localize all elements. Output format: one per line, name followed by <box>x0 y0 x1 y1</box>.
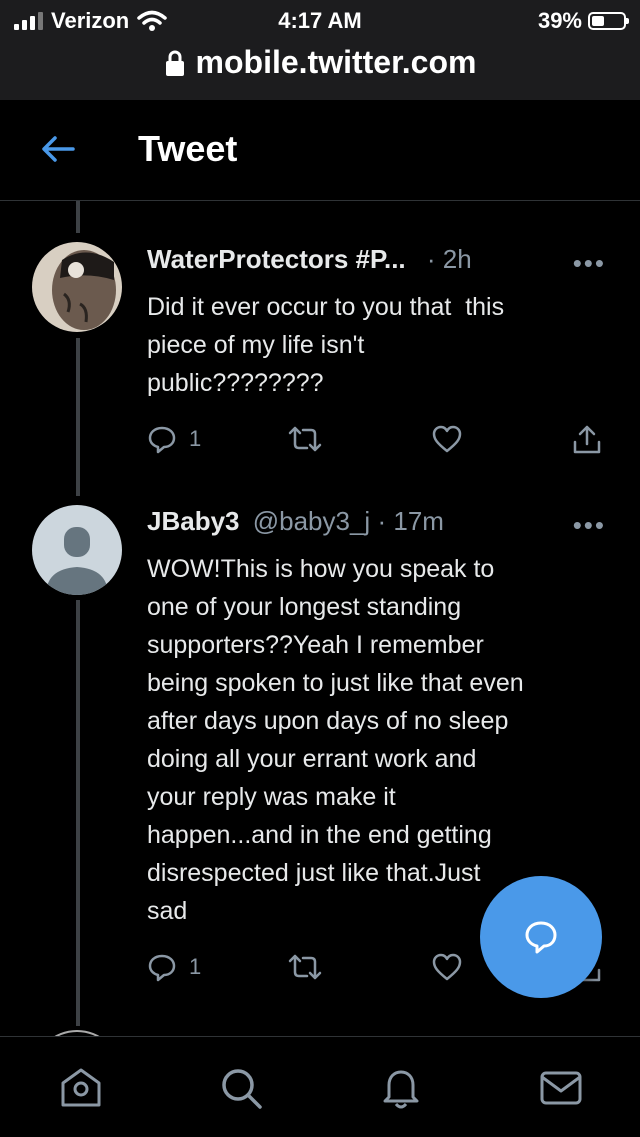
tweet-text: Did it ever occur to you that this piece… <box>147 293 505 397</box>
retweet-icon <box>288 426 322 452</box>
like-icon <box>432 953 462 981</box>
thread-line <box>76 201 80 233</box>
reply-count: 1 <box>189 426 202 451</box>
compose-reply-icon <box>525 921 557 954</box>
reply-count: 1 <box>189 954 202 979</box>
more-options-icon[interactable]: ••• <box>573 248 606 279</box>
avatar[interactable] <box>32 242 122 332</box>
separator-dot: · <box>426 244 436 274</box>
tweet-text: WOW!This is how you speak to one of your… <box>147 555 524 925</box>
reply-icon <box>148 426 176 454</box>
reply-button[interactable]: 1 <box>147 952 201 982</box>
like-button[interactable] <box>431 424 463 454</box>
retweet-button[interactable] <box>287 952 323 982</box>
tweet-meta: WaterProtectors #P... · 2h <box>147 244 472 275</box>
tweet-actions: 1 <box>147 424 607 464</box>
author-name[interactable]: JBaby3 <box>147 506 240 536</box>
like-icon <box>432 425 462 453</box>
page-header: Tweet <box>0 100 640 201</box>
separator-dot: · <box>377 506 387 536</box>
search-icon[interactable] <box>218 1065 264 1111</box>
reply-button[interactable]: 1 <box>147 424 201 454</box>
battery-info: 39% <box>537 8 629 34</box>
like-button[interactable] <box>431 952 463 982</box>
back-arrow-icon[interactable] <box>40 134 76 164</box>
author-handle[interactable]: @baby3_j <box>253 506 370 536</box>
more-options-icon[interactable]: ••• <box>573 510 606 541</box>
retweet-icon <box>288 954 322 980</box>
lock-icon <box>165 50 184 76</box>
thread-line <box>76 338 80 496</box>
tweet-meta: JBaby3 @baby3_j · 17m <box>147 506 444 537</box>
notifications-icon[interactable] <box>378 1065 424 1111</box>
timestamp[interactable]: 2h <box>443 244 472 274</box>
url-text: mobile.twitter.com <box>195 44 477 80</box>
share-icon <box>573 425 601 454</box>
author-name[interactable]: WaterProtectors #P... <box>147 244 406 274</box>
compose-reply-button[interactable] <box>480 876 602 998</box>
retweet-button[interactable] <box>287 424 323 454</box>
bottom-nav <box>0 1036 640 1137</box>
url-bar[interactable]: mobile.twitter.com <box>0 44 640 81</box>
home-icon[interactable] <box>58 1065 104 1111</box>
timestamp[interactable]: 17m <box>393 506 444 536</box>
status-bar: Verizon 4:17 AM 39% mobile.twitter.com <box>0 0 640 100</box>
battery-icon <box>588 12 629 30</box>
messages-icon[interactable] <box>538 1065 584 1111</box>
battery-percent: 39% <box>537 8 582 33</box>
reply-icon <box>148 954 176 982</box>
avatar[interactable] <box>32 505 122 595</box>
share-button[interactable] <box>571 424 603 456</box>
thread-line <box>76 600 80 1026</box>
page-title: Tweet <box>138 128 238 169</box>
